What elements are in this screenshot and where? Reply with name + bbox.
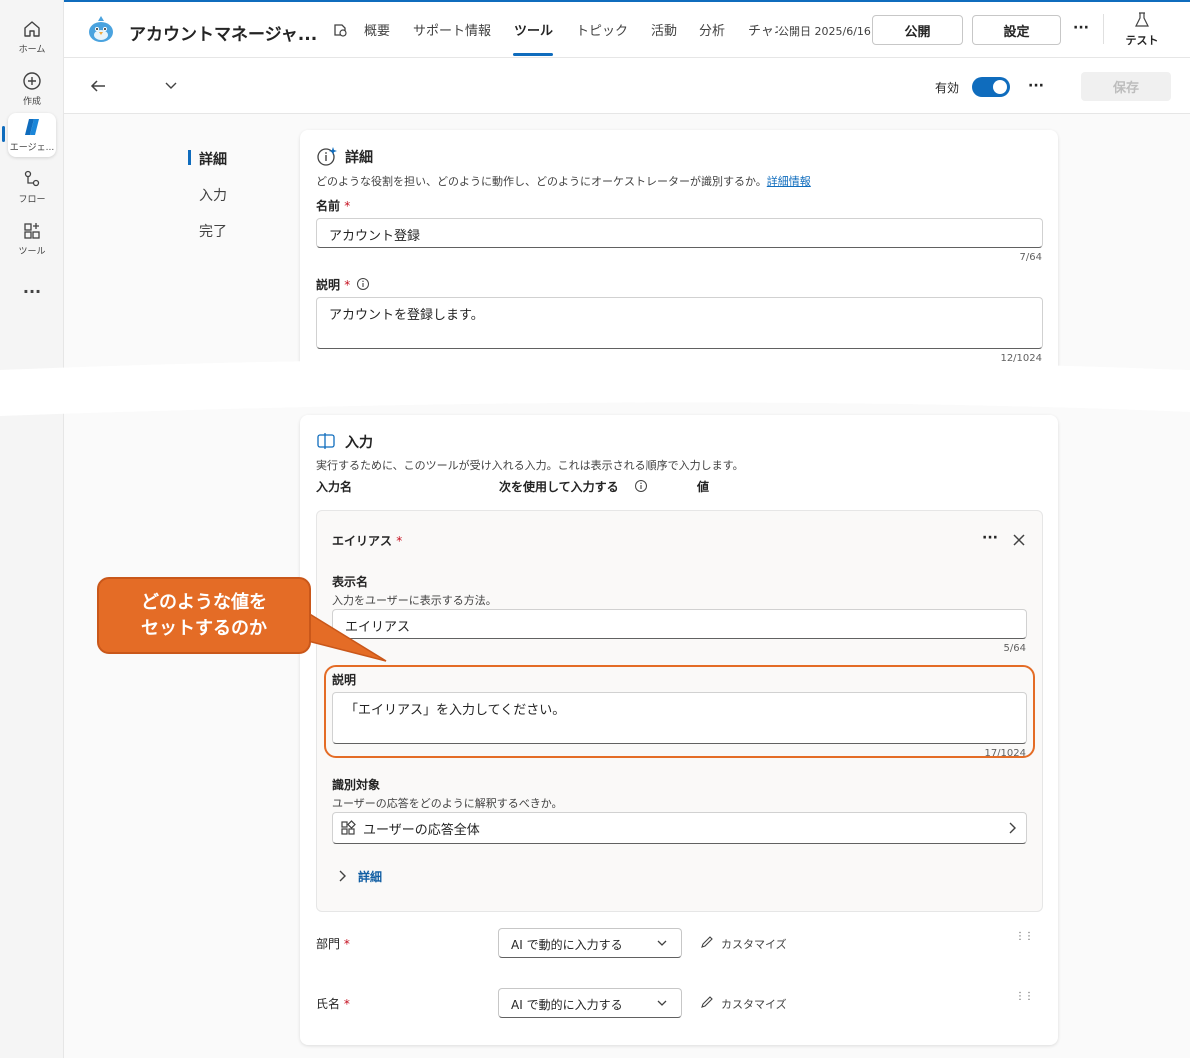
details-description: どのような役割を担い、どのように動作し、どのようにオーケストレーターが識別するか… [316, 175, 811, 188]
active-tab-indicator [513, 53, 553, 56]
rail-more-icon[interactable]: ··· [0, 266, 64, 316]
identify-value: ユーザーの応答全体 [363, 823, 480, 838]
input-row-department-name: 部門 * [316, 937, 350, 951]
edit-pencil-icon [701, 936, 713, 948]
callout-bubble: どのような値を セットするのか [97, 577, 311, 654]
department-fill-mode-value: AI で動的に入力する [511, 938, 623, 952]
callout-line-1: どのような値を [141, 592, 267, 613]
inputs-description: 実行するために、このツールが受け入れる入力。これは表示される順序で入力します。 [316, 459, 744, 472]
input-panel-icon [317, 433, 335, 449]
close-icon[interactable] [1012, 533, 1026, 547]
enabled-toggle[interactable] [972, 77, 1010, 97]
save-button[interactable]: 保存 [1081, 72, 1171, 101]
publish-button[interactable]: 公開 [872, 15, 963, 45]
agent-settings-icon[interactable] [331, 21, 349, 39]
chevron-down-icon [657, 940, 667, 946]
divider [1103, 14, 1104, 44]
enabled-label: 有効 [935, 81, 960, 95]
input-row-fullname-name: 氏名 * [316, 997, 350, 1011]
side-nav-inputs[interactable]: 入力 [199, 185, 227, 205]
entity-grid-icon [341, 820, 356, 835]
more-options-icon[interactable]: ··· [1073, 20, 1089, 36]
drag-handle-icon[interactable]: ⋮⋮ [1015, 992, 1034, 1002]
drag-handle-icon[interactable]: ⋮⋮ [1015, 932, 1034, 942]
chevron-right-icon [1009, 822, 1016, 834]
details-title: 詳細 [345, 150, 373, 166]
callout-pointer [307, 611, 387, 662]
display-name-char-count: 5/64 [1003, 643, 1026, 654]
test-button[interactable]: テスト [1124, 12, 1160, 48]
home-icon [24, 21, 40, 37]
alias-title: エイリアス * [332, 534, 403, 548]
tab-tools[interactable]: ツール [514, 20, 553, 39]
tab-activity[interactable]: 活動 [651, 20, 677, 39]
side-nav-indicator [188, 150, 191, 165]
edit-pencil-icon [701, 996, 713, 1008]
chevron-down-icon[interactable] [164, 80, 178, 92]
info-icon[interactable] [634, 479, 648, 493]
identify-label: 識別対象 [332, 778, 381, 792]
rail-flow-label: フロー [18, 195, 46, 205]
tools-grid-icon [24, 223, 40, 239]
published-date: 公開日 2025/6/16 [778, 25, 871, 38]
display-name-label: 表示名 [332, 575, 369, 589]
bird-mascot-icon [89, 16, 113, 42]
rail-tools[interactable]: ツール [0, 214, 64, 264]
description-textarea[interactable]: アカウントを登録します。 [316, 297, 1043, 349]
settings-button[interactable]: 設定 [972, 15, 1061, 45]
col-fill-using: 次を使用して入力する [499, 480, 619, 494]
description-label: 説明 * [316, 278, 351, 292]
add-circle-icon [23, 72, 41, 90]
identify-selector[interactable]: ユーザーの応答全体 [332, 812, 1027, 844]
tab-analytics[interactable]: 分析 [699, 20, 725, 39]
col-value: 値 [697, 480, 710, 494]
chevron-down-icon [657, 1000, 667, 1006]
tab-channels[interactable]: チャネル [748, 20, 778, 39]
name-label: 名前 * [316, 199, 351, 213]
rail-agent-label: エージェ... [9, 143, 55, 153]
tab-topics[interactable]: トピック [576, 20, 628, 39]
department-customize-link[interactable]: カスタマイズ [721, 936, 787, 952]
side-nav-details[interactable]: 詳細 [199, 149, 227, 169]
rail-create[interactable]: 作成 [0, 64, 64, 114]
page-break-wave [0, 358, 1190, 416]
rail-create-label: 作成 [22, 97, 41, 107]
side-nav-completion[interactable]: 完了 [199, 221, 227, 241]
test-label: テスト [1125, 34, 1159, 47]
info-sparkle-icon [317, 147, 337, 166]
toolbar-more-icon[interactable]: ··· [1028, 78, 1044, 94]
name-char-count: 7/64 [1019, 252, 1042, 263]
rail-agent[interactable]: エージェ... [0, 110, 64, 160]
department-fill-mode-select[interactable]: AI で動的に入力する [498, 928, 682, 958]
fullname-fill-mode-select[interactable]: AI で動的に入力する [498, 988, 682, 1018]
display-name-input[interactable]: エイリアス [332, 609, 1027, 639]
agent-avatar [84, 12, 118, 46]
agent-title[interactable]: アカウントマネージャ... [129, 20, 317, 45]
inputs-title: 入力 [345, 435, 373, 451]
rail-home[interactable]: ホーム [0, 12, 64, 62]
fullname-fill-mode-value: AI で動的に入力する [511, 998, 623, 1012]
tab-knowledge[interactable]: サポート情報 [413, 20, 491, 39]
tab-overview[interactable]: 概要 [364, 20, 390, 39]
copilot-agent-icon [25, 119, 39, 135]
back-arrow-icon[interactable] [89, 78, 107, 94]
identify-hint: ユーザーの応答をどのように解釈するべきか。 [332, 797, 563, 810]
col-input-name: 入力名 [316, 480, 353, 494]
info-icon[interactable] [356, 277, 370, 291]
name-input[interactable]: アカウント登録 [316, 218, 1043, 248]
beaker-icon [1135, 12, 1149, 27]
alias-more-icon[interactable]: ··· [982, 530, 998, 546]
flow-icon [24, 170, 40, 187]
expand-chevron-icon[interactable] [336, 869, 348, 883]
tool-toolbar [64, 58, 1190, 114]
rail-tools-label: ツール [18, 247, 46, 257]
highlight-box [324, 665, 1035, 758]
fullname-customize-link[interactable]: カスタマイズ [721, 996, 787, 1012]
more-details-toggle[interactable]: 詳細 [358, 868, 382, 885]
rail-home-label: ホーム [18, 45, 46, 55]
callout-line-2: セットするのか [141, 618, 267, 639]
learn-more-link[interactable]: 詳細情報 [767, 175, 811, 188]
rail-flow[interactable]: フロー [0, 162, 64, 212]
